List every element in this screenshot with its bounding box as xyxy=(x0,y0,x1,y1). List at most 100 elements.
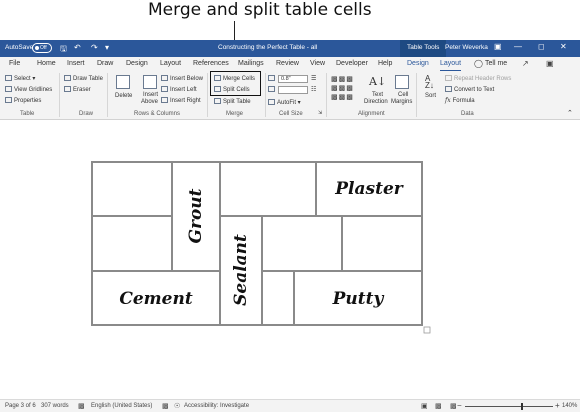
track-changes-icon[interactable]: ▩ xyxy=(162,402,169,410)
comments-icon[interactable]: ▣ xyxy=(546,59,554,68)
tab-insert[interactable]: Insert xyxy=(67,60,85,67)
text-direction-label-1[interactable]: Text xyxy=(372,92,383,98)
merge-cells-button[interactable]: Merge Cells xyxy=(214,75,255,82)
merge-group-label: Merge xyxy=(226,111,244,117)
group-separator xyxy=(265,73,266,117)
eraser-button[interactable]: Eraser xyxy=(64,86,91,93)
split-cells-button[interactable]: Split Cells xyxy=(214,86,250,93)
row-height-input[interactable]: 0.8" xyxy=(278,75,308,83)
cell-size-group-label: Cell Size xyxy=(279,111,303,117)
tab-layout[interactable]: Layout xyxy=(160,60,181,67)
zoom-level[interactable]: 140% xyxy=(562,403,577,409)
properties-button[interactable]: Properties xyxy=(5,97,41,104)
distribute-columns-icon[interactable]: ☷ xyxy=(311,86,316,93)
cell-text-cement: Cement xyxy=(119,289,193,309)
tab-table-layout[interactable]: Layout xyxy=(440,60,462,72)
language-indicator[interactable]: English (United States) xyxy=(91,403,152,409)
cell-text-grout: Grout xyxy=(186,188,206,244)
tab-view[interactable]: View xyxy=(310,60,325,67)
save-icon[interactable]: 🖫 xyxy=(60,43,67,57)
draw-group-label: Draw xyxy=(79,111,94,117)
accessibility-icon[interactable]: ☉ xyxy=(174,402,180,410)
insert-above-icon[interactable] xyxy=(143,75,157,89)
collapse-ribbon-icon[interactable]: ⌃ xyxy=(567,109,573,117)
tab-draw[interactable]: Draw xyxy=(97,60,113,67)
tab-home[interactable]: Home xyxy=(37,60,56,67)
tab-mailings[interactable]: Mailings xyxy=(238,60,264,67)
select-button[interactable]: Select ▾ xyxy=(5,75,35,82)
tab-developer[interactable]: Developer xyxy=(336,60,368,67)
convert-to-text-button[interactable]: Convert to Text xyxy=(445,86,494,93)
table-resize-handle[interactable] xyxy=(423,326,431,334)
cell-margins-label-2[interactable]: Margins xyxy=(391,99,412,105)
document-title: Constructing the Perfect Table - all xyxy=(218,44,318,51)
print-layout-icon[interactable]: ▩ xyxy=(450,402,457,410)
insert-above-label-1[interactable]: Insert xyxy=(143,92,158,98)
text-direction-icon[interactable]: A↓ xyxy=(369,75,386,89)
autosave-label: AutoSave xyxy=(5,44,34,51)
group-separator xyxy=(107,73,108,117)
zoom-slider-thumb[interactable] xyxy=(521,403,523,410)
lightbulb-icon: ◯ xyxy=(474,59,483,68)
repeat-header-rows-button[interactable]: Repeat Header Rows xyxy=(445,75,511,82)
ribbon-layout: Select ▾ View Gridlines Properties Table… xyxy=(0,71,580,120)
tab-help[interactable]: Help xyxy=(378,60,392,67)
minimize-icon[interactable]: — xyxy=(514,42,522,51)
rows-columns-group-label: Rows & Columns xyxy=(134,111,181,117)
insert-below-button[interactable]: Insert Below xyxy=(161,75,203,82)
user-name[interactable]: Peter Weverka xyxy=(445,44,488,51)
tab-references[interactable]: References xyxy=(193,60,229,67)
autofit-button[interactable]: AutoFit ▾ xyxy=(268,99,301,106)
undo-icon[interactable]: ↶ xyxy=(74,43,81,52)
alignment-grid-icon[interactable]: ▩▩▩ ▩▩▩ ▩▩▩ xyxy=(331,75,354,102)
customize-qat-icon[interactable]: ▾ xyxy=(105,43,109,52)
draw-table-button[interactable]: Draw Table xyxy=(64,75,103,82)
group-separator xyxy=(207,73,208,117)
dialog-launcher-icon[interactable]: ⇲ xyxy=(318,110,322,116)
autosave-toggle[interactable]: Off xyxy=(32,43,52,53)
insert-above-label-2[interactable]: Above xyxy=(141,99,158,105)
distribute-rows-icon[interactable]: ☰ xyxy=(311,75,316,82)
delete-button[interactable]: Delete xyxy=(115,93,132,99)
figure-caption: Merge and split table cells xyxy=(148,0,372,20)
column-width-input[interactable] xyxy=(278,86,308,94)
insert-right-button[interactable]: Insert Right xyxy=(161,97,201,104)
tab-file[interactable]: File xyxy=(9,60,20,67)
table-group-label: Table xyxy=(20,111,35,117)
data-group-label: Data xyxy=(461,111,474,117)
sort-button[interactable]: Sort xyxy=(425,93,436,99)
column-width-icon xyxy=(268,86,275,92)
document-canvas[interactable]: Grout Plaster Sealant Cement Putty xyxy=(0,120,580,399)
word-count[interactable]: 307 words xyxy=(41,403,69,409)
text-direction-label-2[interactable]: Direction xyxy=(364,99,388,105)
view-gridlines-button[interactable]: View Gridlines xyxy=(5,86,52,93)
restore-icon[interactable]: ◻ xyxy=(538,42,545,51)
zoom-in-icon[interactable]: + xyxy=(555,401,560,410)
zoom-out-icon[interactable]: − xyxy=(457,401,462,410)
sort-icon[interactable]: A Z↓ xyxy=(425,75,439,90)
insert-left-button[interactable]: Insert Left xyxy=(161,86,197,93)
split-table-button[interactable]: Split Table xyxy=(214,98,251,105)
page-count[interactable]: Page 3 of 6 xyxy=(5,403,36,409)
cell-margins-icon[interactable] xyxy=(395,75,409,89)
tab-review[interactable]: Review xyxy=(276,60,299,67)
group-separator xyxy=(416,73,417,117)
read-mode-icon[interactable]: ▩ xyxy=(435,402,442,410)
focus-mode-icon[interactable]: ▣ xyxy=(421,402,428,410)
ribbon-display-icon[interactable]: ▣ xyxy=(494,42,502,51)
zoom-slider[interactable] xyxy=(465,406,553,407)
accessibility-status[interactable]: Accessibility: Investigate xyxy=(184,403,249,409)
tab-table-design[interactable]: Design xyxy=(407,60,429,67)
cell-margins-label-1[interactable]: Cell xyxy=(398,92,408,98)
ribbon-tabs: File Home Insert Draw Design Layout Refe… xyxy=(0,57,580,72)
cell-text-plaster: Plaster xyxy=(335,179,403,199)
close-icon[interactable]: ✕ xyxy=(560,42,567,51)
proofing-icon[interactable]: ▩ xyxy=(78,402,85,410)
tab-design[interactable]: Design xyxy=(126,60,148,67)
delete-table-icon[interactable] xyxy=(116,75,130,89)
tell-me-search[interactable]: Tell me xyxy=(485,60,507,67)
redo-icon[interactable]: ↷ xyxy=(91,43,98,52)
alignment-group-label: Alignment xyxy=(358,111,385,117)
share-icon[interactable]: ↗ xyxy=(522,59,529,68)
formula-button[interactable]: fx Formula xyxy=(445,97,475,104)
